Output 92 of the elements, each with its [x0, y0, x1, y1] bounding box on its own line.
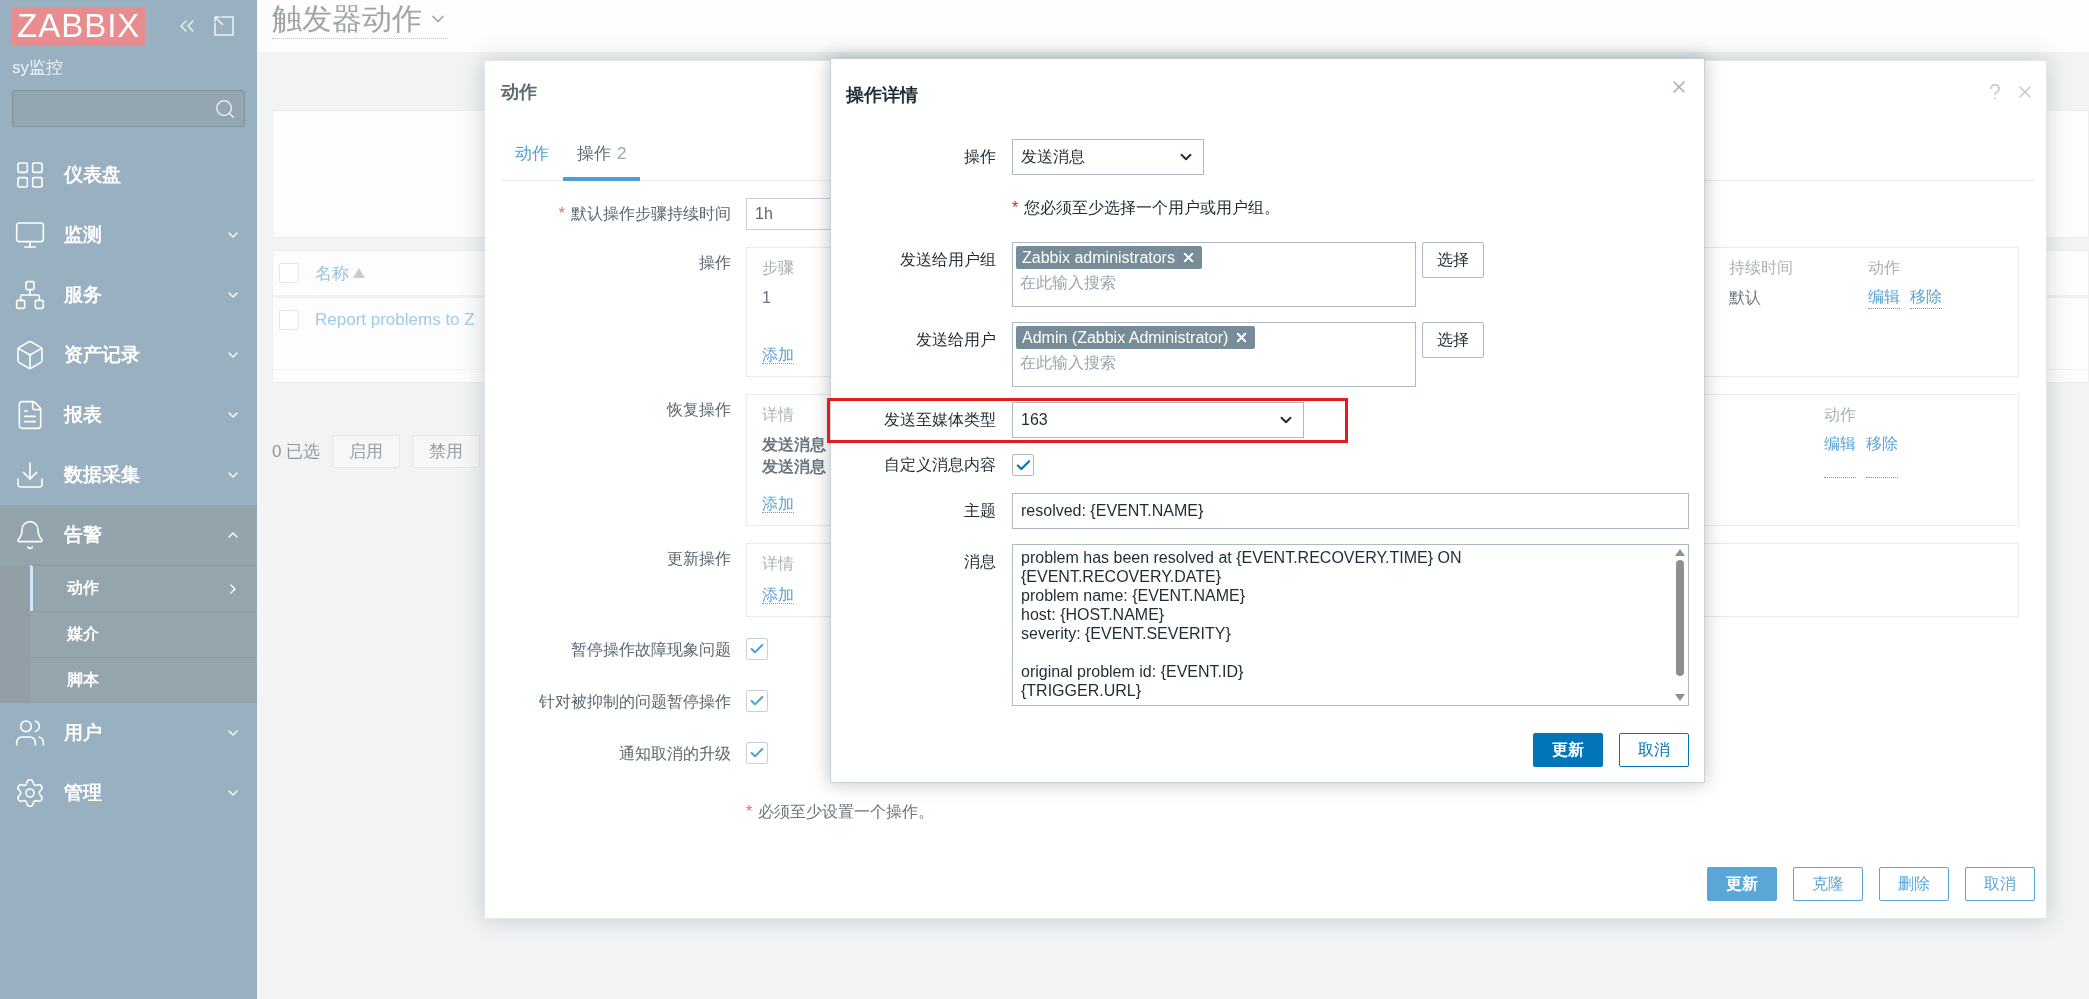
submenu-item[interactable]: 媒介 [30, 611, 257, 657]
menu-icon [14, 777, 46, 809]
dialog-title: 动作 [501, 81, 537, 104]
search-icon [214, 97, 236, 120]
tag: Admin (Zabbix Administrator) [1016, 326, 1256, 349]
scroll-down-icon[interactable] [1675, 693, 1685, 701]
menu-item[interactable]: 用户 [0, 703, 257, 763]
checkbox[interactable] [746, 742, 768, 764]
menu-item[interactable]: 数据采集 [0, 445, 257, 505]
scroll-up-icon[interactable] [1675, 548, 1685, 556]
field-label: 操作 [698, 253, 731, 273]
required-note: * 您必须至少选择一个用户或用户组。 [1012, 198, 1282, 218]
field-label: 更新操作 [666, 549, 731, 569]
column-header: 详情 [762, 405, 794, 425]
field-label: 暂停操作故障现象问题 [570, 640, 731, 660]
submenu-item[interactable]: 动作 [30, 565, 257, 611]
select-field[interactable]: 163 [1012, 402, 1304, 438]
field-label: 主题 [963, 500, 996, 521]
add-link[interactable]: 添加 [762, 495, 794, 513]
action-link[interactable]: 编辑 [1868, 287, 1900, 309]
field-label: 发送给用户组 [899, 250, 996, 270]
table-cell-text: 1 [762, 288, 771, 308]
table-cell-text: 发送消息 [762, 435, 826, 455]
select-button[interactable]: 选择 [1422, 242, 1484, 278]
table-cell-text: 默认 [1729, 288, 1761, 308]
menu-item[interactable]: 管理 [0, 763, 257, 823]
page-title[interactable]: 触发器动作 [272, 0, 448, 39]
field-label: * 默认操作步骤持续时间 [557, 204, 731, 224]
field-label: 消息 [963, 551, 996, 572]
multiselect-field[interactable]: Zabbix administrators 在此输入搜索 [1012, 242, 1416, 307]
checkbox[interactable] [746, 638, 768, 660]
menu-item[interactable]: 报表 [0, 385, 257, 445]
menu-icon [14, 279, 46, 311]
table-cell-text: 发送消息 [762, 457, 826, 477]
column-header[interactable]: 名称 [315, 261, 365, 285]
column-header: 动作 [1824, 405, 1856, 425]
help-icon[interactable] [1989, 84, 2001, 100]
action-link[interactable]: 移除 [1910, 287, 1942, 309]
required-note: * 必须至少设置一个操作。 [746, 802, 936, 822]
dialog-button[interactable]: 取消 [1965, 867, 2035, 901]
column-header: 动作 [1868, 258, 1900, 278]
menu-icon [14, 219, 46, 251]
checkbox[interactable] [746, 690, 768, 712]
menu-item[interactable]: 服务 [0, 265, 257, 325]
field-label: 恢复操作 [665, 400, 731, 420]
menu-item[interactable]: 仪表盘 [0, 145, 257, 205]
menu-icon [14, 339, 46, 371]
action-link[interactable]: 移除 [1866, 434, 1898, 478]
multiselect-field[interactable]: Admin (Zabbix Administrator) 在此输入搜索 [1012, 322, 1416, 387]
tab[interactable]: 动作 [501, 142, 563, 181]
menu-item[interactable]: 监测 [0, 205, 257, 265]
field-label: 自定义消息内容 [883, 455, 996, 475]
search-field[interactable] [12, 90, 245, 127]
menu-icon [14, 717, 46, 749]
dialog-title: 操作详情 [846, 84, 918, 107]
selected-count: 0 已选 [272, 441, 321, 463]
column-header: 详情 [762, 554, 794, 574]
tag: Zabbix administrators [1016, 246, 1202, 269]
field-label: 操作 [963, 147, 996, 167]
dialog-button[interactable]: 取消 [1619, 733, 1689, 767]
select-field[interactable]: 发送消息 [1012, 139, 1204, 175]
field-label: 通知取消的升级 [618, 744, 731, 764]
mass-action-button[interactable]: 启用 [332, 435, 401, 468]
field-label: 发送给用户 [915, 330, 996, 350]
dialog-button[interactable]: 更新 [1707, 867, 1777, 901]
subject-field[interactable]: resolved: {EVENT.NAME} [1012, 492, 1689, 529]
logo[interactable]: ZABBIX [12, 7, 146, 45]
sort-icon [353, 268, 365, 278]
select-button[interactable]: 选择 [1422, 322, 1484, 358]
add-link[interactable]: 添加 [762, 346, 794, 364]
tab[interactable]: 操作 2 [563, 142, 641, 181]
field-label: 发送至媒体类型 [883, 410, 996, 430]
message-field[interactable]: problem has been resolved at {EVENT.RECOVERY.TIME} ON {EVENT.RECOVERY.DATE} problem name: {EVENT.NAME} host: {HOST.NAME} severity: {EVENT.SEVERITY} original problem id: {EVENT.ID} {TRIGGER.URL} [1012, 543, 1689, 706]
menu-icon [14, 459, 46, 491]
kiosk-icon[interactable] [213, 15, 236, 37]
menu-icon [14, 519, 46, 551]
column-header: 步骤 [762, 258, 794, 278]
server-name: sy监控 [11, 57, 64, 79]
submenu-item[interactable]: 脚本 [30, 657, 257, 703]
column-header: 持续时间 [1729, 258, 1793, 278]
action-link[interactable]: 编辑 [1824, 434, 1856, 478]
action-name-link[interactable]: Report problems to Z [315, 310, 475, 330]
menu-item[interactable]: 告警 [0, 505, 257, 565]
dialog-button[interactable]: 更新 [1533, 733, 1603, 767]
dialog-button[interactable]: 克隆 [1793, 867, 1863, 901]
checkbox[interactable] [1012, 454, 1034, 476]
menu-icon [14, 159, 46, 191]
menu-item[interactable]: 资产记录 [0, 325, 257, 385]
add-link[interactable]: 添加 [762, 586, 794, 604]
field-label: 针对被抑制的问题暂停操作 [538, 692, 731, 712]
mass-action-button[interactable]: 禁用 [412, 435, 481, 468]
dialog-button[interactable]: 删除 [1879, 867, 1949, 901]
